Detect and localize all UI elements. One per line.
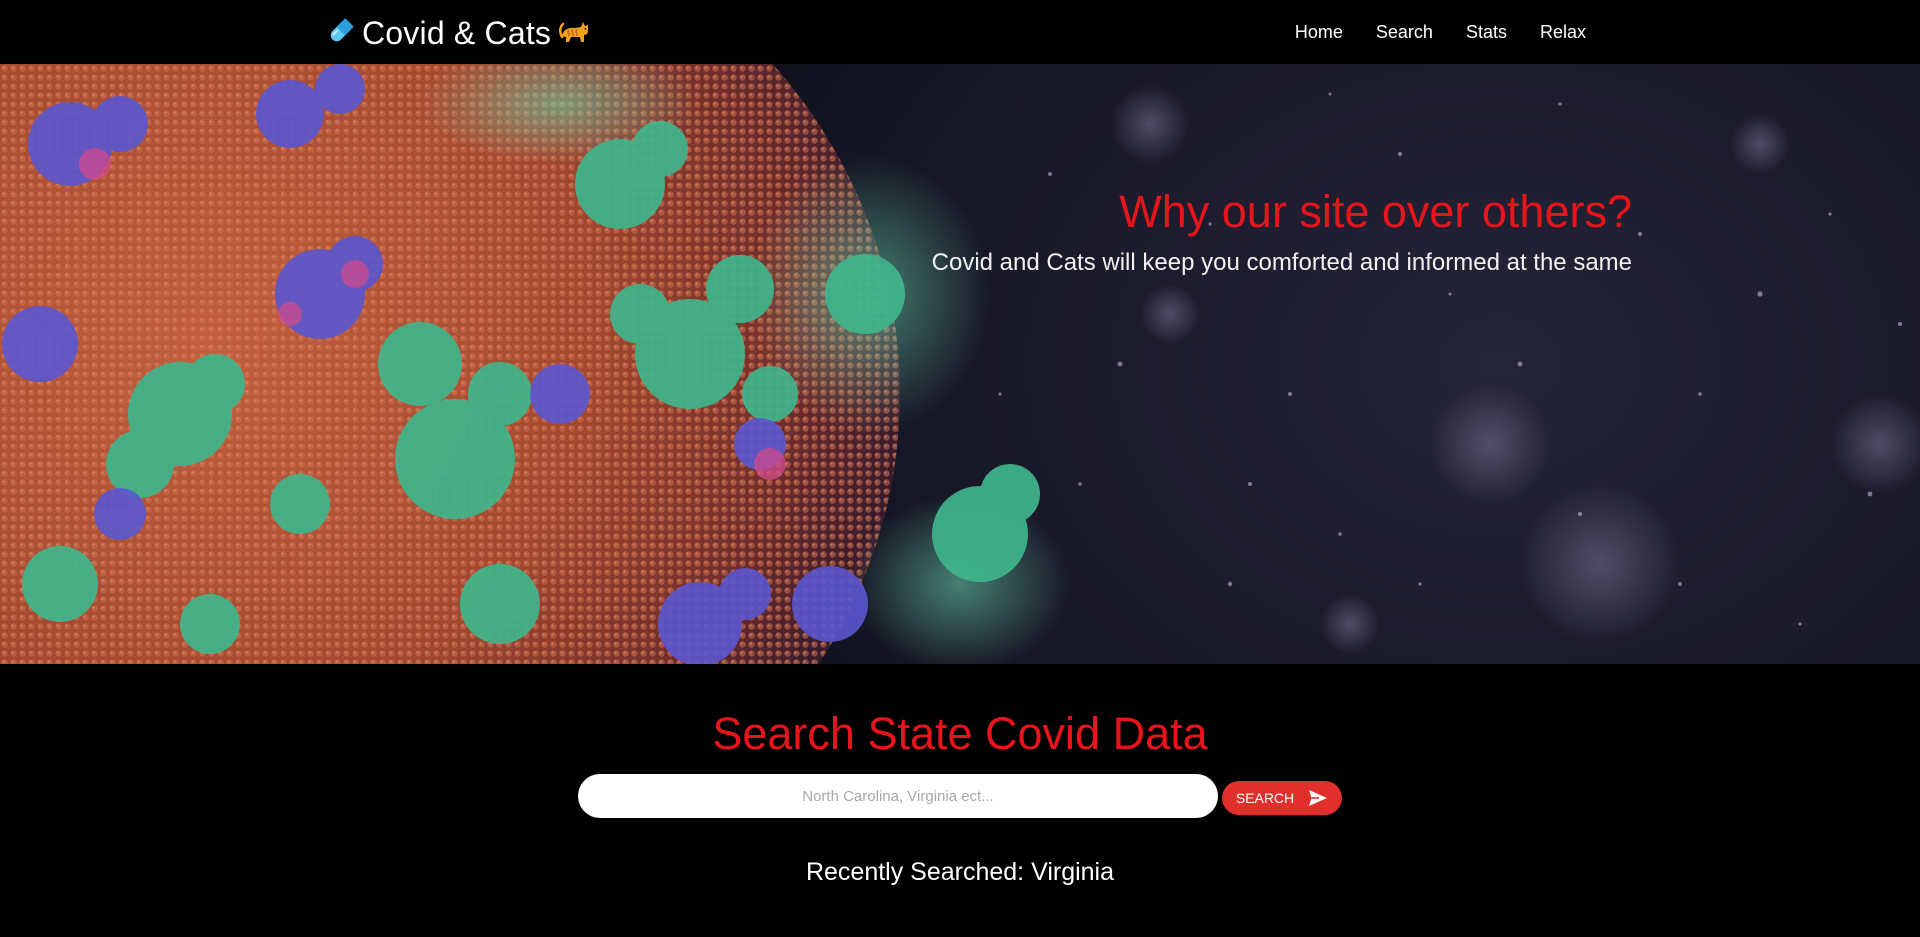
cat-icon [557,15,591,52]
send-icon [1308,789,1328,807]
nav-link-stats[interactable]: Stats [1433,20,1507,44]
hero-title: Why our site over others? [1119,186,1632,237]
hero-subtitle: Covid and Cats will keep you comforted a… [931,249,1632,276]
recently-searched: Recently Searched: Virginia [0,856,1920,888]
brand-link[interactable]: Covid & Cats [326,14,591,52]
brand-title: Covid & Cats [362,15,552,51]
navbar: Covid & Cats Home Search Stats Relax [0,0,1920,64]
search-section: Search State Covid Data SEARCH Recently … [0,664,1920,937]
state-search-input[interactable] [578,774,1218,818]
hero-banner: Why our site over others? Covid and Cats… [0,64,1920,664]
search-button-label: SEARCH [1235,790,1295,806]
nav-link-search[interactable]: Search [1343,20,1433,44]
search-heading: Search State Covid Data [712,708,1208,759]
nav-link-home[interactable]: Home [1295,20,1343,44]
recently-searched-label: Recently Searched: [805,858,1025,886]
nav-links: Home Search Stats Relax [1295,20,1586,44]
recently-searched-value: Virginia [1031,858,1115,886]
hero-virus-image [0,64,1920,664]
nav-link-relax[interactable]: Relax [1507,20,1586,44]
search-button[interactable]: SEARCH [1222,781,1342,815]
pill-icon [326,16,356,51]
